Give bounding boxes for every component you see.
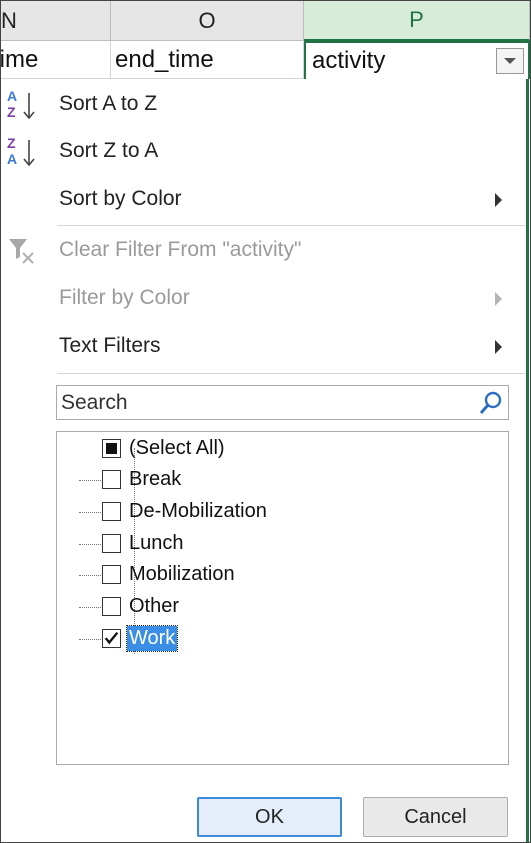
column-letter: P <box>409 7 424 32</box>
menu-sort-z-to-a[interactable]: Z A Sort Z to A <box>1 130 525 174</box>
list-item-other[interactable]: Other <box>57 592 497 622</box>
cell-activity[interactable]: activity <box>304 41 530 79</box>
cell-end-time[interactable]: end_time <box>111 41 304 79</box>
selection-border <box>526 79 529 842</box>
menu-item-label: Sort Z to A <box>59 139 159 162</box>
dropdown-arrow-icon <box>504 58 516 64</box>
search-box[interactable] <box>56 385 509 420</box>
list-item-label: Other <box>129 595 180 617</box>
list-item-de-mobilization[interactable]: De-Mobilization <box>57 497 497 527</box>
menu-sort-by-color[interactable]: Sort by Color <box>1 178 525 222</box>
ok-button[interactable]: OK <box>197 797 342 837</box>
partial-check-icon <box>106 443 117 454</box>
menu-sort-a-to-z[interactable]: A Z Sort A to Z <box>1 83 525 127</box>
filter-dropdown-button[interactable] <box>496 48 524 74</box>
menu-item-label: Text Filters <box>59 334 161 357</box>
column-letter: O <box>198 7 216 33</box>
cell-text: activity <box>312 47 386 74</box>
tree-line <box>79 639 101 640</box>
menu-separator <box>57 373 525 374</box>
checkbox[interactable] <box>102 597 121 616</box>
list-item-label: Lunch <box>129 532 184 554</box>
cancel-button[interactable]: Cancel <box>363 797 508 837</box>
cell-time[interactable]: time <box>1 41 111 79</box>
list-item-label: Work <box>125 625 179 652</box>
search-icon[interactable] <box>478 390 504 416</box>
checkmark-icon <box>104 631 119 645</box>
checkbox[interactable] <box>102 629 121 648</box>
checkbox[interactable] <box>102 534 121 553</box>
submenu-arrow-icon <box>495 193 502 207</box>
list-item-lunch[interactable]: Lunch <box>57 529 497 559</box>
list-item-label: (Select All) <box>129 437 225 459</box>
svg-text:A: A <box>7 88 17 104</box>
menu-text-filters[interactable]: Text Filters <box>1 325 525 369</box>
menu-item-label: Sort by Color <box>59 187 182 210</box>
checkbox[interactable] <box>102 470 121 489</box>
menu-item-label: Filter by Color <box>59 286 190 309</box>
column-header-o[interactable]: O <box>111 1 304 41</box>
list-item-work[interactable]: Work <box>57 624 497 654</box>
menu-separator <box>57 225 525 226</box>
svg-text:A: A <box>7 151 17 167</box>
cell-text: time <box>0 45 39 73</box>
column-letter: N <box>1 7 17 33</box>
list-item-mobilization[interactable]: Mobilization <box>57 560 497 590</box>
tree-line <box>79 607 101 608</box>
menu-item-label: Sort A to Z <box>59 92 158 115</box>
filter-menu: A Z Sort A to Z Z A Sort Z to A Sort by … <box>1 79 525 842</box>
tree-line <box>79 575 101 576</box>
list-item-select-all[interactable]: (Select All) <box>57 434 497 464</box>
tree-line <box>79 512 101 513</box>
submenu-arrow-icon <box>495 340 502 354</box>
checkbox[interactable] <box>102 439 121 458</box>
menu-filter-by-color[interactable]: Filter by Color <box>1 277 525 321</box>
column-header-n[interactable]: N <box>1 1 111 41</box>
menu-item-label: Clear Filter From "activity" <box>59 238 302 261</box>
submenu-arrow-icon <box>495 292 502 306</box>
checkbox[interactable] <box>102 565 121 584</box>
tree-line <box>79 480 101 481</box>
list-item-label: Break <box>129 468 182 490</box>
list-item-break[interactable]: Break <box>57 465 497 495</box>
sort-descending-icon: Z A <box>7 135 35 167</box>
search-input[interactable] <box>59 387 473 418</box>
filter-values-list[interactable]: (Select All) Break De-Mobilization Lunch <box>56 431 509 765</box>
svg-text:Z: Z <box>7 135 16 151</box>
svg-text:Z: Z <box>7 104 16 120</box>
sort-ascending-icon: A Z <box>7 88 35 120</box>
clear-filter-icon <box>9 239 34 264</box>
list-item-label: Mobilization <box>129 563 235 585</box>
menu-clear-filter[interactable]: Clear Filter From "activity" <box>1 229 525 273</box>
list-item-label: De-Mobilization <box>129 500 267 522</box>
tree-line <box>79 544 101 545</box>
column-header-p[interactable]: P <box>304 1 530 41</box>
filter-dropdown-window: N O P time end_time activity A Z Sort A … <box>0 0 531 843</box>
checkbox[interactable] <box>102 502 121 521</box>
cell-text: end_time <box>115 45 214 73</box>
